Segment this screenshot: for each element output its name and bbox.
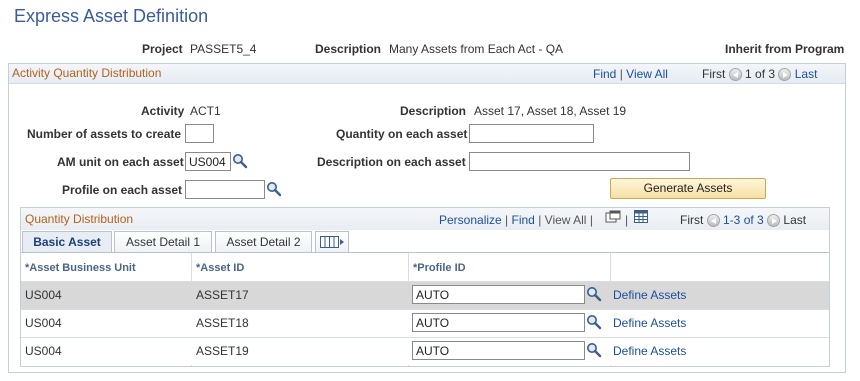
activity-last-link[interactable]: Last xyxy=(795,67,818,81)
row-business-unit: US004 xyxy=(25,316,62,330)
activity-view-all-link[interactable]: View All xyxy=(626,67,668,81)
row-asset-id: ASSET18 xyxy=(196,316,249,330)
activity-pager: First 1 of 3 Last xyxy=(702,67,818,82)
generate-assets-button[interactable]: Generate Assets xyxy=(610,178,766,199)
column-header-asset-id[interactable]: *Asset ID xyxy=(196,262,244,274)
grid-view-all-label[interactable]: View All xyxy=(545,213,587,227)
row-asset-id: ASSET17 xyxy=(196,288,249,302)
profile-id-lookup-icon[interactable] xyxy=(586,314,602,330)
activity-counter: 1 of 3 xyxy=(745,67,776,81)
grid-personalize-link[interactable]: Personalize xyxy=(439,213,502,227)
new-window-icon[interactable] xyxy=(605,210,621,224)
grid-next-icon[interactable] xyxy=(767,214,781,228)
row-business-unit: US004 xyxy=(25,344,62,358)
separator: | xyxy=(619,67,623,81)
separator: | xyxy=(505,213,509,227)
inherit-from-program-label: Inherit from Program xyxy=(725,42,845,56)
tab-asset-detail-2[interactable]: Asset Detail 2 xyxy=(215,231,312,252)
grid-counter: 1-3 of 3 xyxy=(723,213,764,227)
row-profile-id-input[interactable] xyxy=(412,285,585,304)
grid-pager: First 1-3 of 3 Last xyxy=(680,213,807,228)
am-unit-lookup-icon[interactable] xyxy=(232,153,248,169)
grid-first-label: First xyxy=(680,213,704,227)
page-title: Express Asset Definition xyxy=(14,6,209,26)
show-all-columns-icon xyxy=(320,236,344,248)
separator: | xyxy=(589,213,593,227)
column-header-profile-id[interactable]: *Profile ID xyxy=(413,262,466,274)
tab-basic-asset[interactable]: Basic Asset xyxy=(22,231,112,253)
qty-each-input[interactable] xyxy=(469,124,594,143)
row-profile-id-input[interactable] xyxy=(412,313,585,332)
num-assets-input[interactable] xyxy=(185,124,214,143)
column-header-business-unit[interactable]: *Asset Business Unit xyxy=(25,262,136,274)
row-business-unit: US004 xyxy=(25,288,62,302)
grid-prev-icon[interactable] xyxy=(706,214,720,228)
desc-each-label: Description on each asset xyxy=(317,155,466,169)
project-label: Project xyxy=(142,42,183,56)
define-assets-link[interactable]: Define Assets xyxy=(613,316,686,330)
define-assets-link[interactable]: Define Assets xyxy=(613,344,686,358)
profile-id-lookup-icon[interactable] xyxy=(586,286,602,302)
grid-nav-links: Personalize | Find | View All | xyxy=(439,213,593,227)
activity-value: ACT1 xyxy=(190,104,221,118)
profile-label: Profile on each asset xyxy=(62,183,183,197)
separator: | xyxy=(625,213,629,227)
activity-find-link[interactable]: Find xyxy=(593,67,616,81)
profile-lookup-icon[interactable] xyxy=(266,181,282,197)
show-all-columns-tab[interactable] xyxy=(315,231,349,252)
profile-id-lookup-icon[interactable] xyxy=(586,342,602,358)
download-spreadsheet-icon[interactable] xyxy=(634,210,648,223)
project-value: PASSET5_4 xyxy=(190,42,257,56)
define-assets-link[interactable]: Define Assets xyxy=(613,288,686,302)
header-description-value: Many Assets from Each Act - QA xyxy=(389,42,564,56)
activity-prev-icon[interactable] xyxy=(728,68,742,82)
separator: | xyxy=(538,213,542,227)
activity-label: Activity xyxy=(141,104,185,118)
grid-title: Quantity Distribution xyxy=(25,212,134,226)
tab-asset-detail-1[interactable]: Asset Detail 1 xyxy=(114,231,212,252)
activity-description-value: Asset 17, Asset 18, Asset 19 xyxy=(474,104,627,118)
desc-each-input[interactable] xyxy=(469,152,690,171)
activity-section-title: Activity Quantity Distribution xyxy=(12,66,162,80)
activity-next-icon[interactable] xyxy=(778,68,792,82)
num-assets-label: Number of assets to create xyxy=(27,127,182,141)
activity-description-label: Description xyxy=(400,104,467,118)
row-asset-id: ASSET19 xyxy=(196,344,249,358)
am-unit-input[interactable] xyxy=(185,152,231,171)
grid-last-label: Last xyxy=(783,213,807,227)
tab-divider xyxy=(21,252,829,253)
profile-input[interactable] xyxy=(185,180,265,199)
row-profile-id-input[interactable] xyxy=(412,341,585,360)
grid-find-link[interactable]: Find xyxy=(512,213,535,227)
activity-first-label: First xyxy=(702,67,726,81)
qty-each-label: Quantity on each asset xyxy=(336,127,468,141)
activity-nav-links: Find | View All xyxy=(593,67,668,81)
am-unit-label: AM unit on each asset xyxy=(57,155,184,169)
header-description-label: Description xyxy=(315,42,382,56)
